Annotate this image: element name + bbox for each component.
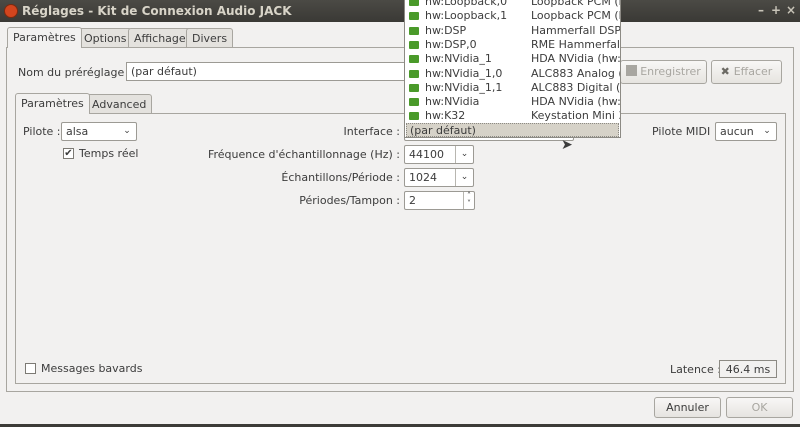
save-button[interactable]: Enregistrer xyxy=(620,60,707,84)
frames-label: Échantillons/Période : xyxy=(281,171,400,184)
spin-arrows-icon[interactable]: ˄ ˅ xyxy=(463,192,474,209)
sample-rate-combo[interactable]: 44100 ⌄ xyxy=(404,145,474,164)
interface-option[interactable]: hw:NVidia_1,0ALC883 Analog (hw:... xyxy=(405,67,620,81)
sound-card-icon xyxy=(409,55,419,64)
latency-value: 46.4 ms xyxy=(719,360,777,378)
interface-option[interactable]: hw:NVidia_1,1ALC883 Digital (hw:2... xyxy=(405,81,620,95)
sound-card-icon xyxy=(409,26,419,35)
interface-label: Interface : xyxy=(343,125,400,138)
latency-label: Latence : xyxy=(670,363,721,376)
ok-button[interactable]: OK xyxy=(726,397,793,418)
interface-option[interactable]: hw:NVidia_1HDA NVidia (hw:2) xyxy=(405,52,620,66)
delete-button[interactable]: ✖ Effacer xyxy=(711,60,782,84)
window-title: Réglages - Kit de Connexion Audio JACK xyxy=(22,4,292,18)
subtab-advanced[interactable]: Advanced xyxy=(86,94,153,114)
sample-rate-label: Fréquence d'échantillonnage (Hz) : xyxy=(207,148,400,161)
interface-option[interactable]: hw:K32Keystation Mini 32 (... xyxy=(405,109,620,123)
chevron-down-icon: ⌄ xyxy=(763,126,771,136)
interface-option[interactable]: hw:DSPHammerfall DSP (hw... xyxy=(405,24,620,38)
sound-card-icon xyxy=(409,83,419,92)
tab-options[interactable]: Options xyxy=(78,28,133,48)
sound-card-icon xyxy=(409,40,419,49)
interface-option[interactable]: hw:Loopback,1Loopback PCM (hw:0... xyxy=(405,9,620,23)
preset-label: Nom du préréglage : xyxy=(18,66,132,79)
tab-parametres[interactable]: Paramètres xyxy=(7,27,82,48)
verbose-label: Messages bavards xyxy=(41,362,143,375)
minimize-button[interactable]: – xyxy=(758,3,764,17)
app-icon xyxy=(4,4,18,18)
driver-label: Pilote : xyxy=(23,125,61,138)
verbose-checkbox[interactable] xyxy=(25,363,36,374)
interface-option-default[interactable]: (par défaut) xyxy=(406,123,619,137)
delete-icon: ✖ xyxy=(720,65,734,78)
midi-driver-label: Pilote MIDI : xyxy=(652,125,718,138)
close-button[interactable]: × xyxy=(786,3,796,17)
tab-affichage[interactable]: Affichage xyxy=(128,28,192,48)
frames-combo[interactable]: 1024 ⌄ xyxy=(404,168,474,187)
interface-option[interactable]: hw:Loopback,0Loopback PCM (hw:0... xyxy=(405,0,620,9)
tab-divers[interactable]: Divers xyxy=(186,28,234,48)
driver-combo[interactable]: alsa ⌄ xyxy=(61,122,137,141)
sound-card-icon xyxy=(409,0,419,6)
interface-dropdown[interactable]: hw:Loopback,0Loopback PCM (hw:0...hw:Loo… xyxy=(404,0,621,138)
periods-label: Périodes/Tampon : xyxy=(299,194,400,207)
midi-driver-combo[interactable]: aucun ⌄ xyxy=(715,122,777,141)
interface-option[interactable]: hw:DSP,0RME Hammerfall DS... xyxy=(405,38,620,52)
chevron-down-icon: ⌄ xyxy=(455,169,473,186)
chevron-down-icon: ⌄ xyxy=(123,126,131,136)
save-icon xyxy=(626,65,638,76)
sound-card-icon xyxy=(409,12,419,21)
cancel-button[interactable]: Annuler xyxy=(654,397,721,418)
preset-value: (par défaut) xyxy=(131,65,197,78)
sound-card-icon xyxy=(409,69,419,78)
interface-option[interactable]: hw:NVidiaHDA NVidia (hw:3) xyxy=(405,95,620,109)
sound-card-icon xyxy=(409,112,419,121)
maximize-button[interactable]: + xyxy=(771,3,781,17)
periods-spinbox[interactable]: 2 ˄ ˅ xyxy=(404,191,475,210)
mouse-cursor-icon: ➤ xyxy=(561,137,573,153)
subtab-parametres[interactable]: Paramètres xyxy=(15,93,90,114)
realtime-label: Temps réel xyxy=(79,147,139,160)
title-bar: Réglages - Kit de Connexion Audio JACK –… xyxy=(0,0,800,22)
sound-card-icon xyxy=(409,98,419,107)
realtime-checkbox[interactable]: ✔ xyxy=(63,148,74,159)
chevron-down-icon: ⌄ xyxy=(455,146,473,163)
